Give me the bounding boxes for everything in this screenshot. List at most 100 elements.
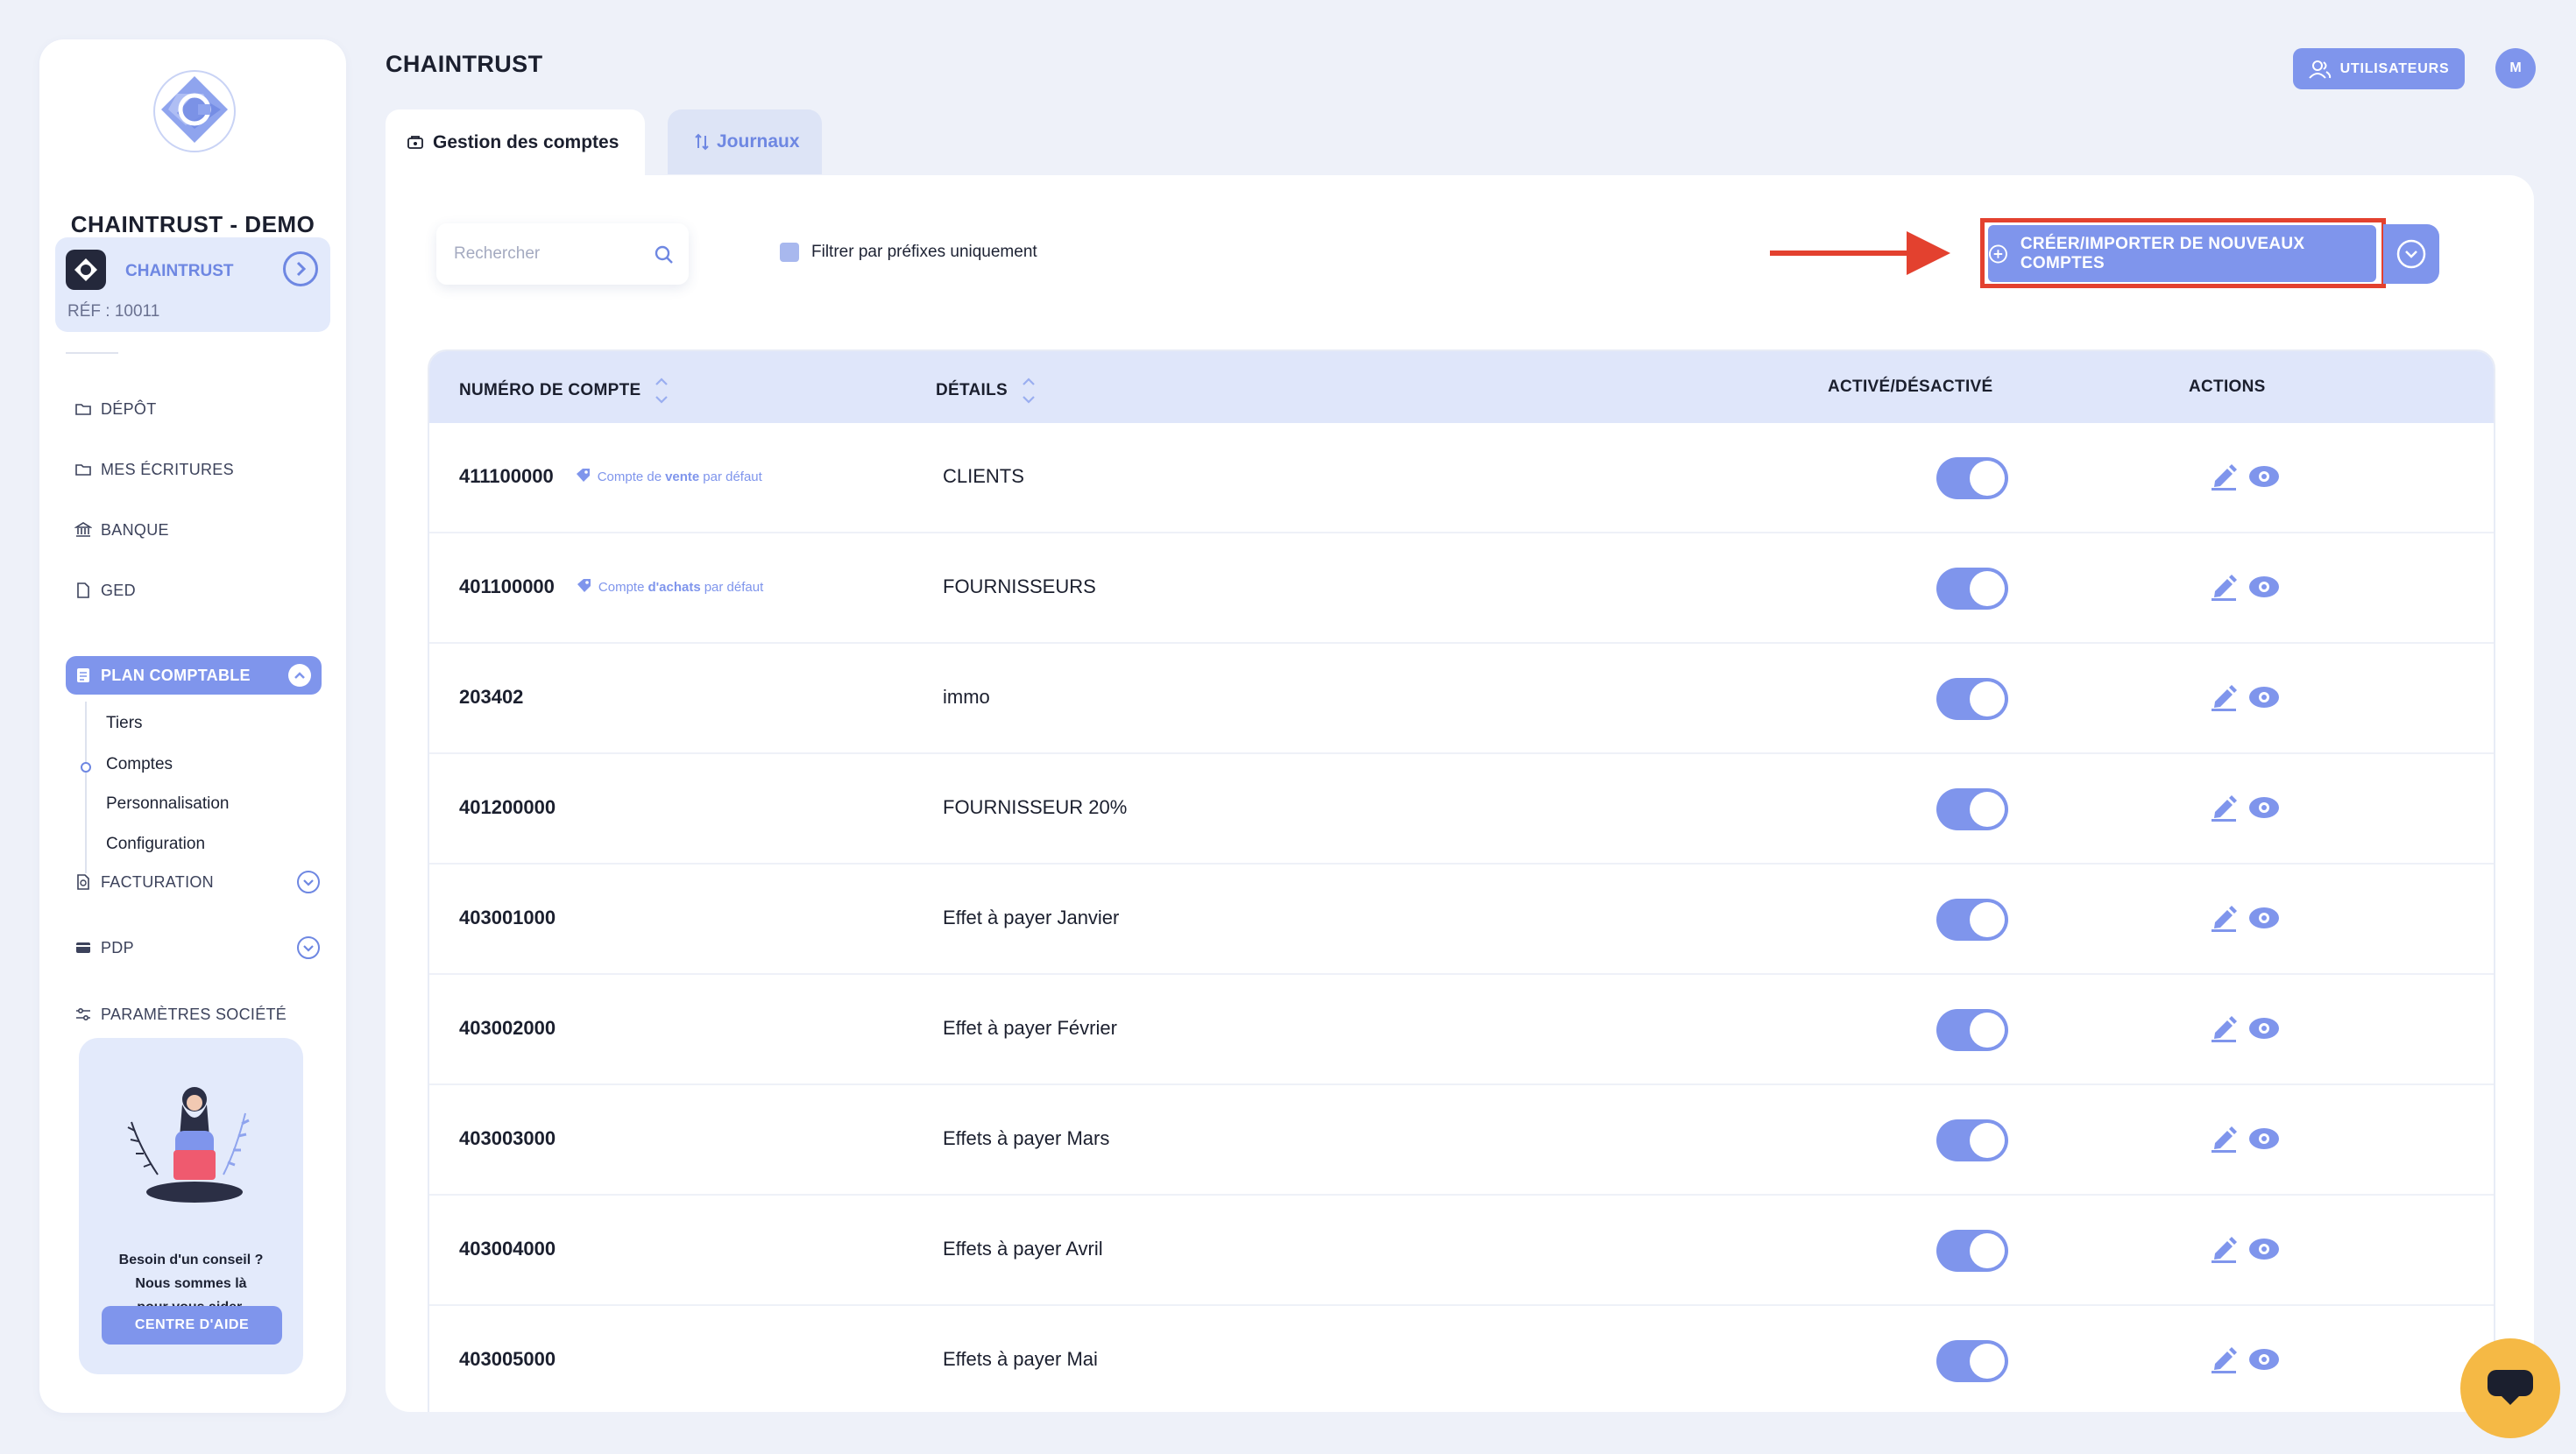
- sidebar-item-facturation[interactable]: FACTURATION: [74, 865, 329, 900]
- users-button[interactable]: UTILISATEURS: [2293, 48, 2465, 89]
- chevron-right-icon[interactable]: [283, 251, 318, 286]
- chevron-down-icon: [2396, 239, 2426, 269]
- edit-icon[interactable]: [2210, 1013, 2238, 1048]
- prefix-filter-label: Filtrer par préfixes uniquement: [811, 243, 1037, 261]
- edit-icon[interactable]: [2210, 462, 2238, 496]
- accounts-panel: Filtrer par préfixes uniquement CRÉER/IM…: [386, 175, 2534, 1412]
- sidebar-item-mes-ecritures[interactable]: MES ÉCRITURES: [74, 452, 329, 487]
- column-header-account-number[interactable]: NUMÉRO DE COMPTE: [459, 378, 669, 404]
- active-toggle[interactable]: [1936, 788, 2008, 830]
- account-number-cell: 403001000: [459, 907, 556, 929]
- ledger-icon: [77, 668, 89, 682]
- edit-icon[interactable]: [2210, 1234, 2238, 1268]
- avatar[interactable]: M: [2495, 48, 2536, 88]
- tag-text: Compte de: [597, 469, 662, 484]
- prefix-filter-checkbox[interactable]: [780, 243, 799, 262]
- chevron-down-icon[interactable]: [297, 871, 320, 893]
- default-account-tag: Compte d'achats par défaut: [576, 577, 763, 596]
- sidebar-item-pdp[interactable]: PDP: [74, 930, 329, 965]
- table-row: 401100000 Compte d'achats par défaut FOURNIS…: [429, 533, 2494, 644]
- search-input[interactable]: [454, 241, 647, 267]
- organization-name: CHAINTRUST: [125, 262, 234, 280]
- table-row: 411100000 Compte de vente par défaut CLIENTS: [429, 423, 2494, 533]
- edit-icon[interactable]: [2210, 793, 2238, 827]
- chat-launcher-button[interactable]: [2460, 1338, 2560, 1438]
- default-account-tag: Compte de vente par défaut: [575, 467, 762, 486]
- create-import-accounts-button[interactable]: CRÉER/IMPORTER DE NOUVEAUX COMPTES: [1988, 225, 2376, 282]
- subnav-item-comptes[interactable]: Comptes: [106, 755, 173, 774]
- sidebar-item-depot[interactable]: DÉPÔT: [74, 392, 329, 427]
- tab-journaux[interactable]: Journaux: [668, 109, 822, 174]
- edit-icon[interactable]: [2210, 572, 2238, 606]
- accounts-tab-icon: [407, 136, 423, 149]
- prefix-filter[interactable]: Filtrer par préfixes uniquement: [780, 243, 1037, 262]
- active-toggle[interactable]: [1936, 678, 2008, 720]
- annotation-arrow-line: [1770, 251, 1910, 256]
- organization-icon: [66, 250, 106, 290]
- account-number-cell: 403003000: [459, 1127, 556, 1150]
- active-toggle[interactable]: [1936, 1340, 2008, 1382]
- help-center-button[interactable]: CENTRE D'AIDE: [102, 1306, 282, 1345]
- invoice-icon: [77, 874, 89, 890]
- help-line: Nous sommes là: [135, 1276, 247, 1291]
- eye-icon[interactable]: [2248, 1348, 2280, 1375]
- edit-icon[interactable]: [2210, 1124, 2238, 1158]
- active-toggle[interactable]: [1936, 899, 2008, 941]
- subnav-item-configuration[interactable]: Configuration: [106, 835, 205, 854]
- table-row: 403004000 Effets à payer Avril: [429, 1196, 2494, 1306]
- sort-icon[interactable]: [655, 378, 669, 404]
- active-toggle[interactable]: [1936, 1009, 2008, 1051]
- sidebar-item-banque[interactable]: BANQUE: [74, 512, 329, 547]
- sort-icon[interactable]: [1022, 378, 1036, 404]
- edit-icon[interactable]: [2210, 903, 2238, 937]
- sidebar-item-label: PARAMÈTRES SOCIÉTÉ: [101, 1005, 287, 1023]
- tab-label: Gestion des comptes: [433, 132, 619, 152]
- account-number: 401200000: [459, 796, 556, 818]
- help-illustration-icon: [127, 1087, 250, 1203]
- eye-icon[interactable]: [2248, 796, 2280, 823]
- sidebar-item-plan-comptable[interactable]: PLAN COMPTABLE: [66, 656, 322, 695]
- column-header-details[interactable]: DÉTAILS: [936, 378, 1036, 404]
- subnav-item-tiers[interactable]: Tiers: [106, 714, 143, 733]
- chevron-down-icon[interactable]: [297, 936, 320, 959]
- eye-icon[interactable]: [2248, 465, 2280, 492]
- table-row: 203402 immo: [429, 644, 2494, 754]
- account-number: 203402: [459, 686, 524, 708]
- sidebar-item-label: DÉPÔT: [101, 399, 157, 418]
- search-box[interactable]: [436, 223, 689, 285]
- tab-gestion-des-comptes[interactable]: Gestion des comptes: [386, 109, 645, 176]
- eye-icon[interactable]: [2248, 575, 2280, 603]
- account-number: 403005000: [459, 1348, 556, 1370]
- search-icon[interactable]: [654, 244, 675, 265]
- create-options-dropdown[interactable]: [2383, 224, 2439, 284]
- sidebar-item-label: BANQUE: [101, 520, 169, 539]
- eye-icon[interactable]: [2248, 1017, 2280, 1044]
- account-number-cell: 203402: [459, 686, 523, 709]
- organization-card[interactable]: CHAINTRUST RÉF : 10011: [55, 237, 330, 332]
- table-row: 403005000 Effets à payer Mai: [429, 1306, 2494, 1412]
- active-toggle[interactable]: [1936, 1119, 2008, 1161]
- eye-icon[interactable]: [2248, 1238, 2280, 1265]
- eye-icon[interactable]: [2248, 907, 2280, 934]
- accounts-table: NUMÉRO DE COMPTE DÉTAILS ACTIVÉ/DÉSACTIV…: [428, 349, 2495, 1412]
- chevron-up-icon[interactable]: [288, 664, 311, 687]
- table-header: NUMÉRO DE COMPTE DÉTAILS ACTIVÉ/DÉSACTIV…: [429, 351, 2494, 423]
- tag-text-bold: d'achats: [648, 579, 701, 595]
- tag-icon: [576, 577, 598, 596]
- subnav-item-personnalisation[interactable]: Personnalisation: [106, 794, 229, 814]
- edit-icon[interactable]: [2210, 1345, 2238, 1379]
- column-header-actions: ACTIONS: [2189, 378, 2266, 396]
- table-row: 403003000 Effets à payer Mars: [429, 1085, 2494, 1196]
- organization-ref: RÉF : 10011: [67, 302, 160, 321]
- column-header-label: NUMÉRO DE COMPTE: [459, 381, 641, 399]
- account-number-cell: 401200000: [459, 796, 556, 819]
- sidebar-item-ged[interactable]: GED: [74, 573, 329, 608]
- active-toggle[interactable]: [1936, 1230, 2008, 1272]
- sidebar-item-parametres-societe[interactable]: PARAMÈTRES SOCIÉTÉ: [74, 997, 329, 1032]
- users-icon: [2308, 60, 2331, 79]
- eye-icon[interactable]: [2248, 686, 2280, 713]
- active-toggle[interactable]: [1936, 568, 2008, 610]
- edit-icon[interactable]: [2210, 682, 2238, 716]
- eye-icon[interactable]: [2248, 1127, 2280, 1154]
- active-toggle[interactable]: [1936, 457, 2008, 499]
